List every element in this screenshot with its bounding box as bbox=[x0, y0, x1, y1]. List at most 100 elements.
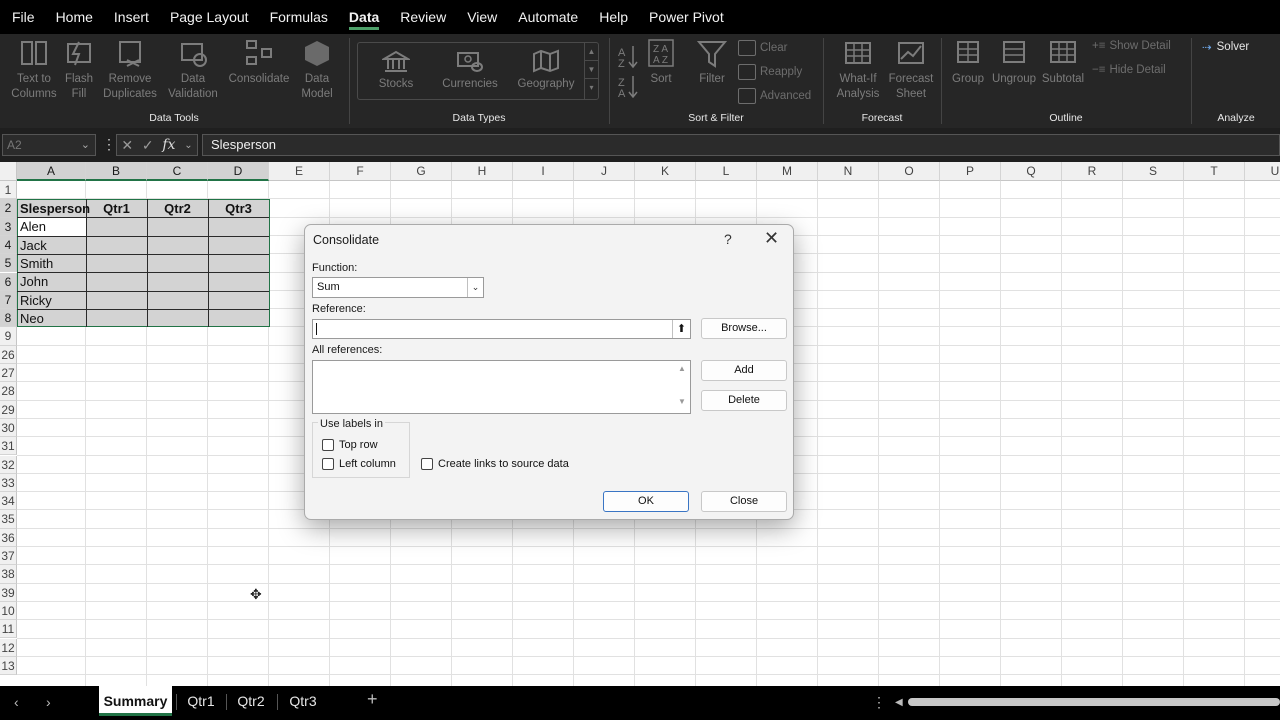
row-header-29[interactable]: 29 bbox=[0, 400, 17, 419]
row-header-5[interactable]: 5 bbox=[0, 254, 17, 273]
group-button[interactable]: Group bbox=[948, 38, 988, 87]
table-cell-name[interactable]: Alen bbox=[20, 218, 46, 236]
data-validation-button[interactable]: Data Validation bbox=[164, 38, 222, 102]
tab-home[interactable]: Home bbox=[56, 0, 93, 34]
delete-button[interactable]: Delete bbox=[701, 390, 787, 411]
row-header-36[interactable]: 36 bbox=[0, 528, 17, 547]
row-header-9[interactable]: 9 bbox=[0, 327, 17, 346]
column-header-i[interactable]: I bbox=[513, 162, 574, 181]
row-header-37[interactable]: 37 bbox=[0, 547, 17, 566]
row-header-7[interactable]: 7 bbox=[0, 290, 17, 310]
create-links-checkbox[interactable]: Create links to source data bbox=[421, 458, 569, 470]
remove-duplicates-button[interactable]: Remove Duplicates bbox=[100, 38, 160, 102]
table-header-cell[interactable]: Qtr3 bbox=[208, 200, 269, 218]
tab-file[interactable]: File bbox=[12, 0, 35, 34]
top-row-checkbox[interactable]: Top row bbox=[322, 439, 378, 451]
table-cell-name[interactable]: Ricky bbox=[20, 292, 52, 310]
scroll-left-icon[interactable]: ◀ bbox=[895, 697, 903, 708]
row-header-26[interactable]: 26 bbox=[0, 345, 17, 364]
table-header-cell[interactable]: Qtr1 bbox=[86, 200, 147, 218]
column-header-h[interactable]: H bbox=[452, 162, 513, 181]
geography-button[interactable]: Geography bbox=[512, 49, 580, 92]
add-button[interactable]: Add bbox=[701, 360, 787, 381]
row-header-30[interactable]: 30 bbox=[0, 418, 17, 438]
reference-input[interactable]: ⬆ bbox=[312, 319, 691, 339]
ungroup-button[interactable]: Ungroup bbox=[990, 38, 1038, 87]
column-header-u[interactable]: U bbox=[1245, 162, 1280, 181]
table-header-cell[interactable]: Slesperson bbox=[20, 200, 90, 218]
scroll-down-icon[interactable]: ▼ bbox=[674, 397, 690, 406]
formula-input[interactable]: Slesperson bbox=[202, 134, 1280, 156]
checkbox-box[interactable] bbox=[421, 458, 433, 470]
browse-button[interactable]: Browse... bbox=[701, 318, 787, 339]
more-icon[interactable]: ⋮ bbox=[872, 694, 886, 711]
ok-button[interactable]: OK bbox=[603, 491, 689, 512]
gallery-up-icon[interactable]: ▲ bbox=[585, 43, 598, 61]
collapse-dialog-icon[interactable]: ⬆ bbox=[672, 320, 690, 338]
table-cell-name[interactable]: Neo bbox=[20, 310, 44, 328]
tab-formulas[interactable]: Formulas bbox=[270, 0, 328, 34]
column-header-e[interactable]: E bbox=[269, 162, 330, 181]
row-header-1[interactable]: 1 bbox=[0, 181, 17, 200]
tab-power-pivot[interactable]: Power Pivot bbox=[649, 0, 724, 34]
tab-insert[interactable]: Insert bbox=[114, 0, 149, 34]
scroll-up-icon[interactable]: ▲ bbox=[674, 364, 690, 373]
forecast-sheet-button[interactable]: Forecast Sheet bbox=[886, 38, 936, 102]
sheet-tab-qtr2[interactable]: Qtr2 bbox=[230, 686, 272, 716]
row-header-6[interactable]: 6 bbox=[0, 272, 17, 291]
column-header-t[interactable]: T bbox=[1184, 162, 1245, 181]
column-header-k[interactable]: K bbox=[635, 162, 696, 181]
column-header-l[interactable]: L bbox=[696, 162, 757, 181]
row-header-38[interactable]: 38 bbox=[0, 565, 17, 584]
stocks-button[interactable]: Stocks bbox=[364, 49, 428, 92]
hide-detail-button[interactable]: −≡ Hide Detail bbox=[1092, 64, 1166, 76]
column-header-j[interactable]: J bbox=[574, 162, 635, 181]
add-sheet-icon[interactable]: + bbox=[367, 689, 378, 710]
sort-az-button[interactable]: AZZA bbox=[618, 42, 640, 103]
currencies-button[interactable]: Currencies bbox=[438, 49, 502, 92]
help-icon[interactable]: ? bbox=[724, 231, 732, 247]
row-header-28[interactable]: 28 bbox=[0, 382, 17, 401]
horizontal-scrollbar[interactable] bbox=[908, 698, 1280, 706]
expand-icon[interactable]: ⌄ bbox=[184, 140, 192, 151]
column-header-a[interactable]: A bbox=[17, 162, 86, 181]
tab-page-layout[interactable]: Page Layout bbox=[170, 0, 249, 34]
gallery-scroll[interactable]: ▲ ▼ ▾ bbox=[584, 43, 598, 99]
table-cell-name[interactable]: Jack bbox=[20, 237, 47, 255]
sort-button[interactable]: Z AA Z Sort bbox=[646, 38, 676, 87]
column-header-c[interactable]: C bbox=[147, 162, 208, 181]
row-header-35[interactable]: 35 bbox=[0, 510, 17, 529]
column-header-b[interactable]: B bbox=[86, 162, 147, 181]
row-header-34[interactable]: 34 bbox=[0, 492, 17, 511]
table-cell-name[interactable]: Smith bbox=[20, 255, 53, 273]
column-header-m[interactable]: M bbox=[757, 162, 818, 181]
filter-button[interactable]: Filter bbox=[694, 38, 730, 87]
close-button[interactable]: Close bbox=[701, 491, 787, 512]
tab-review[interactable]: Review bbox=[400, 0, 446, 34]
column-header-g[interactable]: G bbox=[391, 162, 452, 181]
next-sheet-icon[interactable]: › bbox=[46, 694, 51, 710]
tab-automate[interactable]: Automate bbox=[518, 0, 578, 34]
prev-sheet-icon[interactable]: ‹ bbox=[14, 694, 19, 710]
row-header-10[interactable]: 10 bbox=[0, 601, 17, 621]
row-header-3[interactable]: 3 bbox=[0, 217, 17, 236]
chevron-down-icon[interactable]: ⌄ bbox=[81, 135, 90, 155]
clear-button[interactable]: Clear bbox=[738, 40, 787, 56]
select-all-corner[interactable] bbox=[0, 162, 17, 181]
list-scrollbar[interactable]: ▲ ▼ bbox=[674, 361, 690, 413]
chevron-down-icon[interactable]: ⌄ bbox=[467, 278, 483, 297]
row-header-27[interactable]: 27 bbox=[0, 364, 17, 383]
column-header-f[interactable]: F bbox=[330, 162, 391, 181]
tab-view[interactable]: View bbox=[467, 0, 497, 34]
row-header-11[interactable]: 11 bbox=[0, 620, 17, 639]
insert-function-icon[interactable]: fx bbox=[162, 137, 175, 153]
all-references-list[interactable]: ▲ ▼ bbox=[312, 360, 691, 414]
row-header-39[interactable]: 39 bbox=[0, 583, 17, 602]
table-header-cell[interactable]: Qtr2 bbox=[147, 200, 208, 218]
row-header-32[interactable]: 32 bbox=[0, 455, 17, 474]
column-header-o[interactable]: O bbox=[879, 162, 940, 181]
show-detail-button[interactable]: +≡ Show Detail bbox=[1092, 40, 1171, 52]
function-select[interactable]: Sum ⌄ bbox=[312, 277, 484, 298]
more-options-icon[interactable]: ⋮ bbox=[102, 136, 116, 153]
gallery-down-icon[interactable]: ▼ bbox=[585, 61, 598, 79]
